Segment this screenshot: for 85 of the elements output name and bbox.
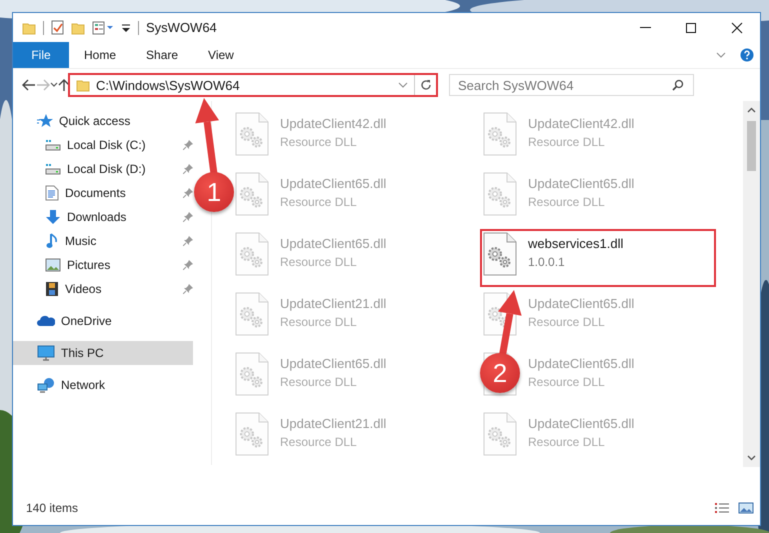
minimize-icon — [640, 27, 650, 28]
address-path: C:\Windows\SysWOW64 — [96, 78, 241, 92]
scroll-down-icon[interactable] — [747, 455, 756, 461]
pin-icon[interactable] — [183, 164, 193, 174]
recent-locations-icon[interactable] — [50, 81, 58, 89]
nav-item[interactable]: OneDrive — [13, 309, 193, 333]
network-icon — [37, 377, 55, 393]
pin-icon[interactable] — [183, 212, 193, 222]
nav-item[interactable]: Music — [13, 229, 193, 253]
music-icon — [45, 233, 59, 249]
file-description: Resource DLL — [280, 435, 358, 449]
file-description: Resource DLL — [528, 135, 606, 149]
ribbon-tab[interactable]: Home — [69, 42, 132, 68]
back-arrow-icon[interactable] — [22, 79, 36, 91]
file-name: UpdateClient21.dll — [280, 296, 386, 311]
dropdown-caret-icon[interactable] — [398, 80, 408, 90]
file-name: UpdateClient65.dll — [528, 176, 634, 191]
cloud-icon — [37, 315, 55, 327]
nav-item[interactable]: Videos — [13, 277, 193, 301]
file-name: UpdateClient65.dll — [280, 236, 386, 251]
expand-ribbon-icon[interactable] — [716, 50, 726, 60]
nav-item[interactable]: Pictures — [13, 253, 193, 277]
settings-file-icon — [483, 232, 517, 276]
drive-icon — [45, 162, 61, 176]
details-view-icon[interactable] — [714, 502, 730, 514]
pin-icon[interactable] — [183, 188, 193, 198]
nav-item[interactable]: Local Disk (D:) — [13, 157, 193, 181]
file-description: Resource DLL — [280, 135, 358, 149]
scroll-up-icon[interactable] — [747, 107, 756, 113]
videos-icon — [45, 281, 59, 297]
up-arrow-icon[interactable] — [58, 78, 70, 92]
file-description: Resource DLL — [528, 375, 606, 389]
nav-item[interactable]: Local Disk (C:) — [13, 133, 193, 157]
pin-icon[interactable] — [183, 284, 193, 294]
ribbon-tab[interactable]: Share — [131, 42, 194, 68]
file-description: Resource DLL — [280, 375, 358, 389]
help-icon[interactable] — [740, 48, 754, 62]
nav-item[interactable]: Network — [13, 373, 193, 397]
file-name: UpdateClient21.dll — [280, 416, 386, 431]
refresh-icon — [420, 79, 432, 91]
scroll-thumb[interactable] — [747, 121, 756, 171]
documents-icon — [45, 185, 59, 201]
file-description: Resource DLL — [528, 195, 606, 209]
file-name: UpdateClient65.dll — [528, 416, 634, 431]
file-menu-tab[interactable]: File — [13, 42, 69, 68]
nav-item[interactable]: Downloads — [13, 205, 193, 229]
file-description: Resource DLL — [280, 195, 358, 209]
nav-item[interactable]: This PC — [13, 341, 193, 365]
file-description: Resource DLL — [528, 435, 606, 449]
file-name: UpdateClient42.dll — [528, 116, 634, 131]
highlighted-file[interactable]: webservices1.dll 1.0.0.1 — [480, 229, 716, 287]
checkmark-document-icon[interactable] — [51, 20, 64, 35]
downloads-icon — [45, 209, 61, 225]
star-icon — [37, 113, 53, 129]
file-name: UpdateClient65.dll — [280, 176, 386, 191]
scrollbar[interactable] — [743, 101, 760, 467]
folder-icon — [76, 78, 90, 92]
file-name: UpdateClient65.dll — [528, 356, 634, 371]
file-description: Resource DLL — [280, 315, 358, 329]
search-field[interactable]: Search SysWOW64 — [449, 74, 694, 96]
window-title: SysWOW64 — [146, 20, 217, 35]
pin-icon[interactable] — [183, 140, 193, 150]
properties-icon[interactable] — [92, 20, 114, 34]
folder-icon — [22, 20, 36, 34]
file-name: webservices1.dll — [528, 236, 624, 251]
ribbon-tab[interactable]: View — [193, 42, 249, 68]
computer-icon — [37, 345, 55, 361]
file-name: UpdateClient65.dll — [528, 296, 634, 311]
nav-item[interactable]: Documents — [13, 181, 193, 205]
drive-icon — [45, 138, 61, 152]
large-icons-view-icon[interactable] — [738, 502, 754, 514]
address-field[interactable]: C:\Windows\SysWOW64 — [68, 73, 438, 97]
file-description: 1.0.0.1 — [528, 255, 566, 269]
maximize-icon — [685, 22, 697, 34]
pin-icon[interactable] — [183, 260, 193, 270]
close-icon — [731, 22, 743, 34]
customize-toolbar-icon[interactable] — [121, 22, 131, 32]
file-name: UpdateClient65.dll — [280, 356, 386, 371]
file-description: Resource DLL — [528, 315, 606, 329]
nav-item[interactable]: Quick access — [13, 109, 193, 133]
file-description: Resource DLL — [280, 255, 358, 269]
file-name: UpdateClient42.dll — [280, 116, 386, 131]
item-count: 140 items — [26, 501, 78, 515]
pictures-icon — [45, 258, 61, 272]
pin-icon[interactable] — [183, 236, 193, 246]
